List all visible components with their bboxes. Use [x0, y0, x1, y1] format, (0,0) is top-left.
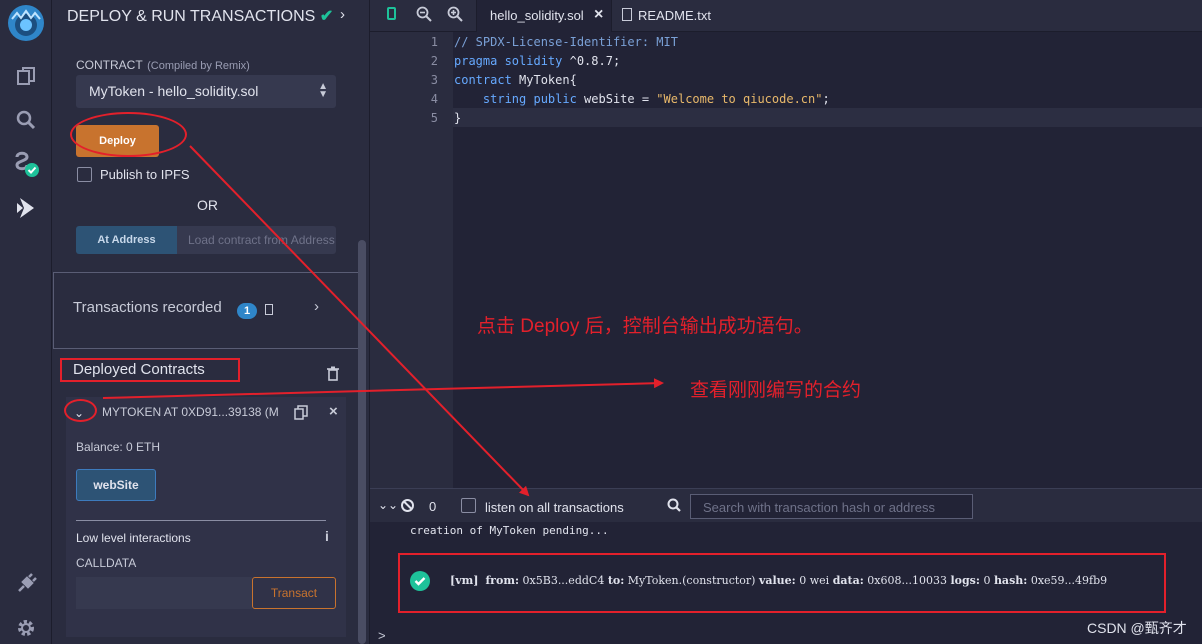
arrow-to-note: [102, 378, 664, 399]
remix-ide: DEPLOY & RUN TRANSACTIONS ✔ › CONTRACT (…: [0, 0, 1202, 644]
arrow-to-console: [189, 145, 530, 497]
annotation-arrows: [102, 145, 664, 497]
